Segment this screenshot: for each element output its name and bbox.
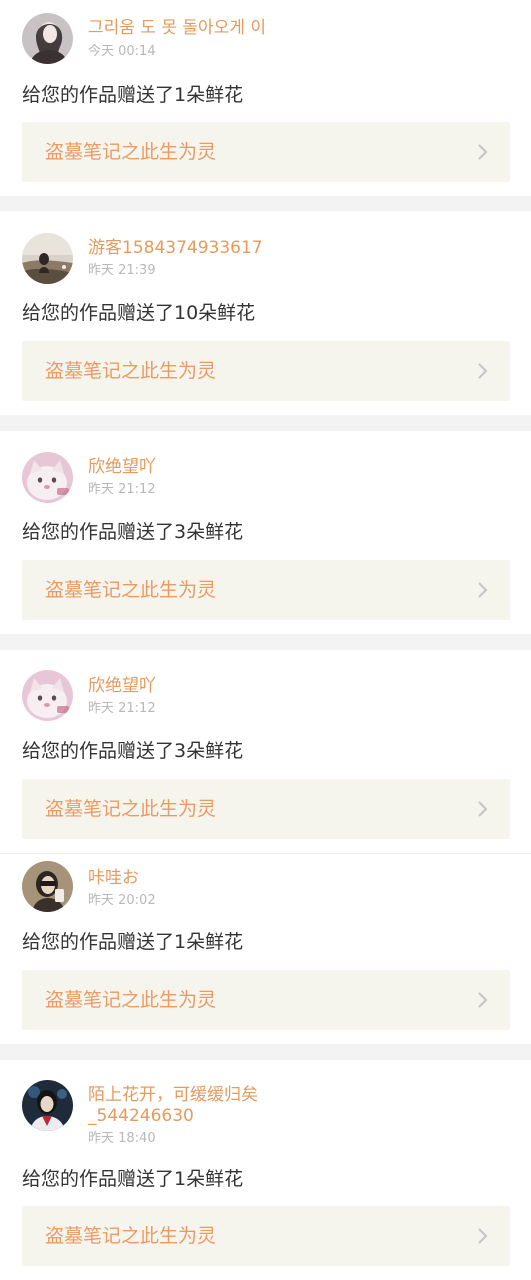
gift-message: 给您的作品赠送了1朵鲜花	[22, 84, 244, 106]
user-avatar[interactable]	[22, 670, 73, 721]
work-title: 盗墓笔记之此生为灵	[45, 360, 217, 382]
timestamp: 昨天 18:40	[88, 1131, 156, 1146]
chevron-right-icon	[478, 144, 488, 160]
gift-message: 给您的作品赠送了3朵鲜花	[22, 740, 244, 762]
avatar-cat-icon	[22, 670, 73, 721]
gift-message: 给您的作品赠送了10朵鲜花	[22, 302, 256, 324]
timestamp: 昨天 21:39	[88, 263, 156, 278]
gift-message: 给您的作品赠送了1朵鲜花	[22, 931, 244, 953]
timestamp: 昨天 21:12	[88, 701, 156, 716]
notification-card: 欣绝望吖 昨天 21:12 给您的作品赠送了3朵鲜花 盗墓笔记之此生为灵	[0, 431, 531, 634]
work-link[interactable]: 盗墓笔记之此生为灵	[22, 1206, 510, 1266]
avatar-photo-icon	[22, 1080, 73, 1131]
user-name[interactable]: 그리움 도 못 돌아오게 이	[88, 18, 508, 39]
work-link[interactable]: 盗墓笔记之此生为灵	[22, 970, 510, 1030]
avatar-photo-icon	[22, 233, 73, 284]
flower-notification-feed: 그리움 도 못 돌아오게 이 今天 00:14 给您的作品赠送了1朵鲜花 盗墓笔…	[0, 0, 531, 1280]
notification-card: 그리움 도 못 돌아오게 이 今天 00:14 给您的作品赠送了1朵鲜花 盗墓笔…	[0, 0, 531, 196]
work-link[interactable]: 盗墓笔记之此生为灵	[22, 341, 510, 401]
gift-message: 给您的作品赠送了3朵鲜花	[22, 521, 244, 543]
work-title: 盗墓笔记之此生为灵	[45, 1225, 217, 1247]
work-link[interactable]: 盗墓笔记之此生为灵	[22, 122, 510, 182]
work-title: 盗墓笔记之此生为灵	[45, 141, 217, 163]
avatar-photo-icon	[22, 861, 73, 912]
gift-message: 给您的作品赠送了1朵鲜花	[22, 1168, 244, 1190]
row-divider	[0, 853, 531, 854]
user-avatar[interactable]	[22, 13, 73, 64]
chevron-right-icon	[478, 582, 488, 598]
chevron-right-icon	[478, 801, 488, 817]
work-title: 盗墓笔记之此生为灵	[45, 989, 217, 1011]
user-name[interactable]: 欣绝望吖	[88, 457, 508, 478]
user-name[interactable]: 咔哇お	[88, 868, 508, 889]
user-avatar[interactable]	[22, 233, 73, 284]
user-avatar[interactable]	[22, 861, 73, 912]
user-name[interactable]: 欣绝望吖	[88, 676, 508, 697]
chevron-right-icon	[478, 992, 488, 1008]
user-avatar[interactable]	[22, 452, 73, 503]
avatar-cat-icon	[22, 452, 73, 503]
user-name[interactable]: 游客1584374933617	[88, 238, 508, 259]
chevron-right-icon	[478, 1228, 488, 1244]
timestamp: 昨天 21:12	[88, 482, 156, 497]
avatar-photo-icon	[22, 13, 73, 64]
timestamp: 今天 00:14	[88, 44, 156, 59]
work-title: 盗墓笔记之此生为灵	[45, 579, 217, 601]
chevron-right-icon	[478, 363, 488, 379]
user-name[interactable]: 陌上花开，可缓缓归矣 _544246630	[88, 1085, 508, 1127]
work-link[interactable]: 盗墓笔记之此生为灵	[22, 560, 510, 620]
notification-card: 陌上花开，可缓缓归矣 _544246630 昨天 18:40 给您的作品赠送了1…	[0, 1060, 531, 1280]
notification-card: 欣绝望吖 昨天 21:12 给您的作品赠送了3朵鲜花 盗墓笔记之此生为灵 咔哇お…	[0, 650, 531, 1044]
timestamp: 昨天 20:02	[88, 893, 156, 908]
notification-card: 游客1584374933617 昨天 21:39 给您的作品赠送了10朵鲜花 盗…	[0, 211, 531, 415]
user-avatar[interactable]	[22, 1080, 73, 1131]
work-link[interactable]: 盗墓笔记之此生为灵	[22, 779, 510, 839]
work-title: 盗墓笔记之此生为灵	[45, 798, 217, 820]
